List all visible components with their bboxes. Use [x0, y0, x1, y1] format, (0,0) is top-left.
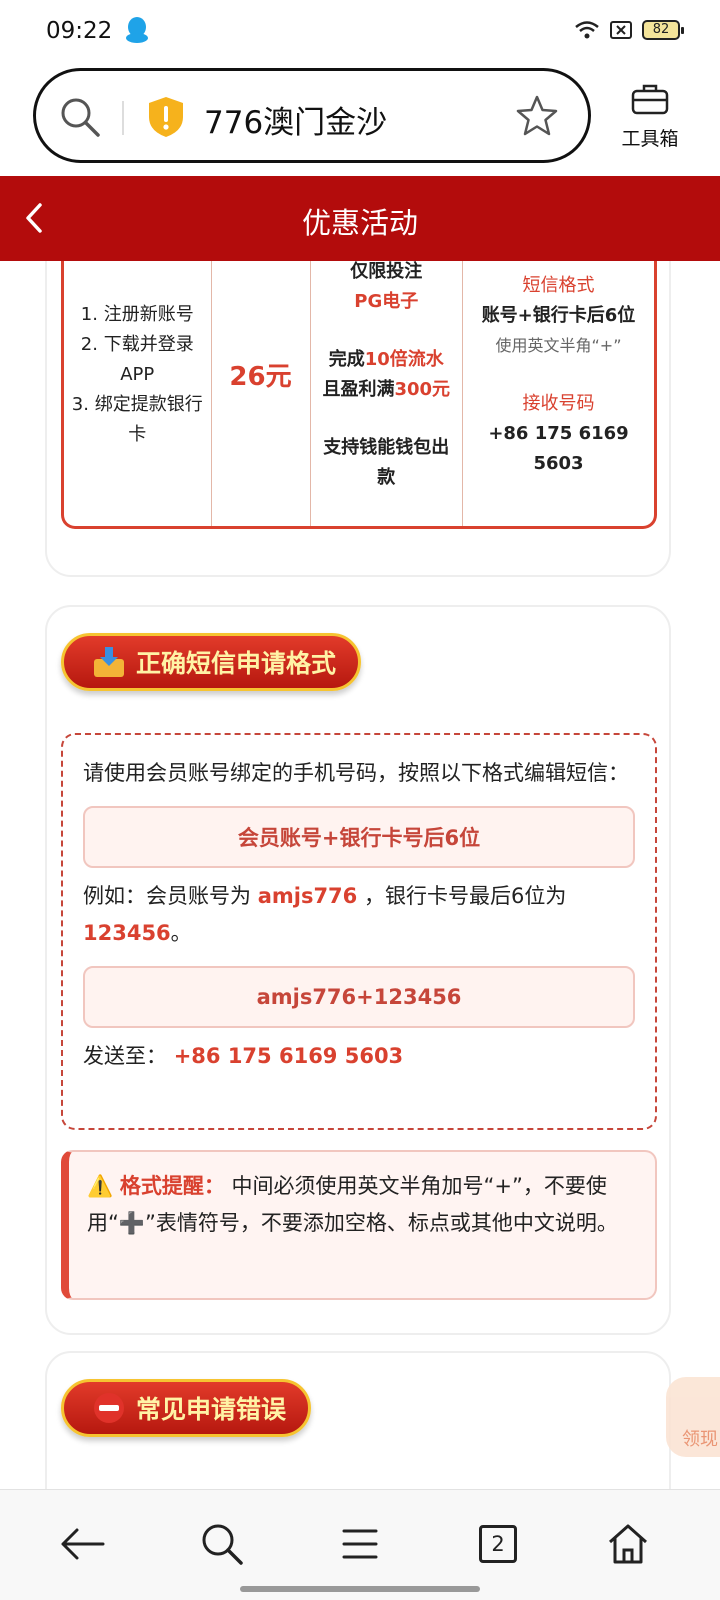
nav-home-button[interactable] [600, 1516, 656, 1572]
common-errors-heading: 常见申请错误 [61, 1379, 312, 1437]
common-errors-card: 常见申请错误 [45, 1351, 671, 1489]
search-icon [202, 1524, 243, 1565]
status-time: 09:22 [46, 18, 113, 44]
sms-format-value: 账号+银行卡后6位 [481, 304, 636, 326]
nav-back-button[interactable] [54, 1516, 110, 1572]
address-text[interactable]: 776澳门金沙 [204, 97, 387, 142]
steps-column: 1. 注册新账号 2. 下载并登录APP 3. 绑定提款银行卡 [64, 261, 212, 526]
menu-icon [342, 1529, 378, 1559]
toolbox-label: 工具箱 [621, 128, 679, 150]
gesture-indicator [240, 1586, 480, 1592]
bookmark-star-icon[interactable] [514, 93, 560, 139]
floating-gift-label: 领现 [682, 1429, 718, 1450]
tabs-count: 2 [491, 1532, 505, 1556]
sms-format-heading-text: 正确短信申请格式 [136, 649, 337, 678]
receive-title: 接收号码 [522, 392, 595, 414]
step-item: 3. 绑定提款银行卡 [71, 393, 203, 445]
send-to: 发送至： +86 175 6169 5603 [83, 1044, 404, 1068]
arrow-left-icon [61, 1528, 105, 1560]
amount-column: 26元 [212, 261, 311, 526]
rules-card: 1. 注册新账号 2. 下载并登录APP 3. 绑定提款银行卡 26元 仅限投注… [45, 261, 671, 577]
format-notice: ⚠️ 格式提醒： 中间必须使用英文半角加号“+”，不要使用“➕”表情符号，不要添… [61, 1150, 657, 1300]
sms-format-title: 短信格式 [522, 274, 595, 296]
warning-icon: ⚠️ [87, 1174, 114, 1198]
condition-profit: 300元 [394, 378, 451, 400]
sms-format-box: 会员账号+银行卡号后6位 [83, 806, 635, 868]
condition-line: 仅限投注 [350, 261, 423, 282]
step-item: 1. 注册新账号 [80, 303, 194, 325]
page-title: 优惠活动 [301, 206, 418, 240]
nav-search-button[interactable] [194, 1516, 250, 1572]
nav-tabs-button[interactable]: 2 [470, 1516, 526, 1572]
status-bar: 09:22 82 [0, 0, 720, 64]
nav-menu-button[interactable] [332, 1516, 388, 1572]
condition-times: 10倍流水 [364, 348, 444, 370]
search-icon[interactable] [58, 95, 102, 139]
sms-info-column: 短信格式 账号+银行卡后6位 使用英文半角“+” 接收号码 +86 175 61… [463, 261, 654, 526]
qq-icon [126, 17, 148, 43]
condition-column: 仅限投注 PG电子 完成10倍流水 且盈利满300元 支持钱能钱包出款 [311, 261, 463, 526]
condition-prefix: 完成 [328, 348, 365, 370]
search-divider [122, 101, 124, 135]
inbox-tray-icon [94, 647, 124, 677]
step-item: 2. 下载并登录APP [80, 333, 194, 385]
condition-wallet: 支持钱能钱包出款 [323, 436, 450, 488]
sms-example: 例如：会员账号为 amjs776 ，银行卡号最后6位为 123456。 [83, 884, 567, 945]
rules-table: 1. 注册新账号 2. 下载并登录APP 3. 绑定提款银行卡 26元 仅限投注… [61, 261, 657, 529]
sms-format-heading: 正确短信申请格式 [61, 633, 362, 691]
example-account: amjs776 [257, 884, 358, 908]
shield-warning-icon[interactable] [146, 95, 186, 139]
condition-pg: PG电子 [354, 290, 419, 312]
sms-instructions: 请使用会员账号绑定的手机号码，按照以下格式编辑短信： 会员账号+银行卡号后6位 … [61, 733, 657, 1130]
sim-off-icon [610, 21, 632, 39]
sms-intro: 请使用会员账号绑定的手机号码，按照以下格式编辑短信： [83, 761, 629, 785]
condition-mid: 且盈利满 [322, 378, 395, 400]
no-entry-icon [94, 1393, 124, 1423]
status-icons: 82 [574, 20, 684, 40]
home-icon [609, 1524, 647, 1564]
floating-gift-button[interactable]: 领现 [666, 1377, 720, 1457]
sms-format-card: 正确短信申请格式 请使用会员账号绑定的手机号码，按照以下格式编辑短信： 会员账号… [45, 605, 671, 1335]
common-errors-heading-text: 常见申请错误 [136, 1395, 287, 1424]
battery-indicator: 82 [642, 20, 684, 40]
content-area[interactable]: 1. 注册新账号 2. 下载并登录APP 3. 绑定提款银行卡 26元 仅限投注… [0, 261, 720, 1489]
receive-number: +86 175 6169 5603 [488, 422, 629, 474]
tabs-count-icon: 2 [479, 1525, 517, 1563]
sms-example-box: amjs776+123456 [83, 966, 635, 1028]
toolbox-button[interactable]: 工具箱 [610, 82, 690, 151]
page-header: 优惠活动 [0, 176, 720, 261]
bottom-navigation: 2 [0, 1489, 720, 1600]
bonus-amount: 26元 [229, 362, 292, 392]
address-bar[interactable]: 776澳门金沙 [33, 68, 591, 163]
notice-label: 格式提醒： [119, 1174, 225, 1198]
toolbox-icon [631, 84, 669, 115]
wifi-icon [575, 21, 599, 39]
sms-format-note: 使用英文半角“+” [495, 335, 622, 355]
send-to-number[interactable]: +86 175 6169 5603 [174, 1044, 403, 1068]
example-digits: 123456 [83, 921, 171, 945]
